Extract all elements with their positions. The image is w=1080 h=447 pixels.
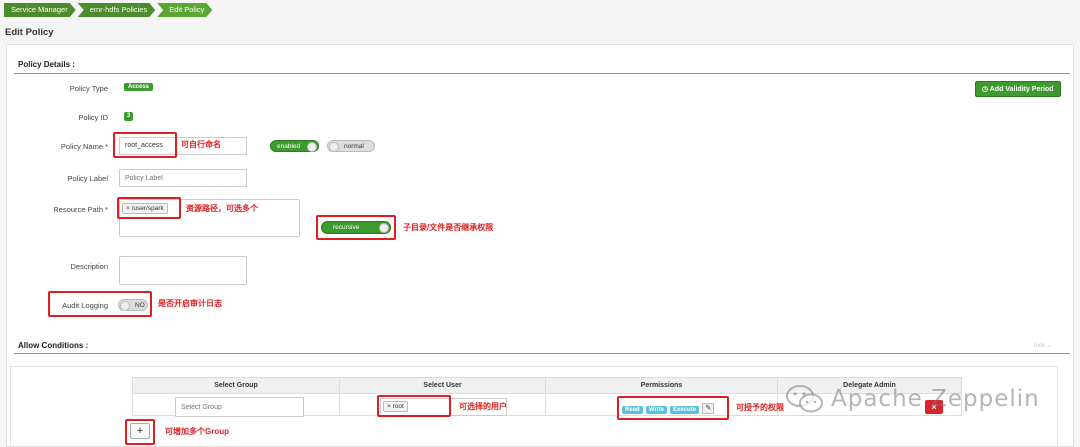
permission-execute: Execute bbox=[670, 405, 700, 414]
add-validity-label: Add Validity Period bbox=[989, 86, 1054, 93]
breadcrumb-service-manager[interactable]: Service Manager bbox=[4, 3, 76, 17]
permission-tags[interactable]: Read Write Execute ✎ bbox=[622, 403, 715, 414]
pencil-icon[interactable]: ✎ bbox=[702, 403, 715, 414]
annotation-box-user bbox=[377, 395, 451, 417]
annotation-user: 可选择的用户 bbox=[459, 402, 507, 411]
toggle-knob bbox=[329, 142, 339, 152]
chevron-down-icon: ⌄ bbox=[1047, 343, 1053, 349]
annotation-box-resource-path bbox=[117, 197, 181, 219]
policy-id-badge: 3 bbox=[124, 112, 133, 121]
description-textarea[interactable] bbox=[119, 256, 247, 285]
description-label: Description bbox=[70, 262, 108, 271]
resource-path-label: Resource Path * bbox=[53, 205, 108, 214]
add-condition-button[interactable]: + bbox=[130, 423, 150, 439]
policy-id-label: Policy ID bbox=[78, 113, 108, 122]
column-header-permissions: Permissions bbox=[545, 377, 778, 394]
toggle-knob bbox=[307, 142, 317, 152]
column-header-user: Select User bbox=[339, 377, 546, 394]
add-validity-period-button[interactable]: ◷ Add Validity Period bbox=[975, 81, 1061, 97]
toggle-knob bbox=[379, 223, 389, 233]
watermark-text: Apache Zeppelin bbox=[831, 386, 1040, 412]
select-group-input[interactable] bbox=[175, 397, 304, 417]
breadcrumb-edit-policy[interactable]: Edit Policy bbox=[157, 3, 212, 17]
annotation-box-policy-name bbox=[113, 132, 177, 158]
normal-toggle[interactable]: normal bbox=[327, 140, 375, 152]
wechat-icon bbox=[786, 385, 823, 413]
toggle-knob bbox=[120, 301, 130, 311]
annotation-resource-path: 资源路径，可选多个 bbox=[186, 204, 258, 213]
policy-label-input[interactable] bbox=[119, 169, 247, 187]
hide-link[interactable]: hide ⌄ bbox=[1034, 342, 1052, 349]
recursive-toggle-label: recursive bbox=[333, 224, 360, 231]
policy-name-label: Policy Name * bbox=[60, 142, 108, 151]
allow-conditions-heading: Allow Conditions : bbox=[18, 341, 89, 350]
permission-read: Read bbox=[622, 405, 643, 414]
audit-logging-value: NO bbox=[135, 302, 145, 309]
annotation-group: 可增加多个Group bbox=[165, 427, 229, 436]
breadcrumb-policies[interactable]: emr-hdfs Policies bbox=[78, 3, 156, 17]
annotation-recursive: 子目录/文件是否继承权限 bbox=[403, 223, 494, 232]
section-divider bbox=[14, 353, 1070, 354]
enabled-toggle[interactable]: enabled bbox=[270, 140, 319, 152]
audit-logging-label: Audit Logging bbox=[62, 301, 108, 310]
hide-link-label: hide bbox=[1034, 343, 1046, 349]
permission-write: Write bbox=[645, 405, 667, 414]
policy-type-label: Policy Type bbox=[69, 84, 108, 93]
enabled-toggle-label: enabled bbox=[277, 143, 301, 150]
annotation-policy-name: 可自行命名 bbox=[181, 140, 221, 149]
clock-icon: ◷ bbox=[982, 86, 989, 93]
page-title: Edit Policy bbox=[5, 27, 54, 38]
normal-toggle-label: normal bbox=[344, 143, 364, 150]
annotation-permissions: 可授予的权限 bbox=[736, 403, 784, 412]
audit-logging-toggle[interactable]: NO bbox=[118, 299, 148, 311]
policy-details-heading: Policy Details : bbox=[18, 60, 75, 69]
section-divider bbox=[14, 73, 1070, 74]
column-header-group: Select Group bbox=[132, 377, 340, 394]
annotation-audit: 是否开启审计日志 bbox=[158, 299, 222, 308]
recursive-toggle[interactable]: recursive bbox=[321, 221, 391, 234]
watermark: Apache Zeppelin bbox=[785, 383, 1040, 415]
policy-label-label: Policy Label bbox=[67, 174, 108, 183]
breadcrumb: Service Manager emr-hdfs Policies Edit P… bbox=[4, 3, 214, 17]
policy-type-badge: Access bbox=[124, 83, 154, 91]
